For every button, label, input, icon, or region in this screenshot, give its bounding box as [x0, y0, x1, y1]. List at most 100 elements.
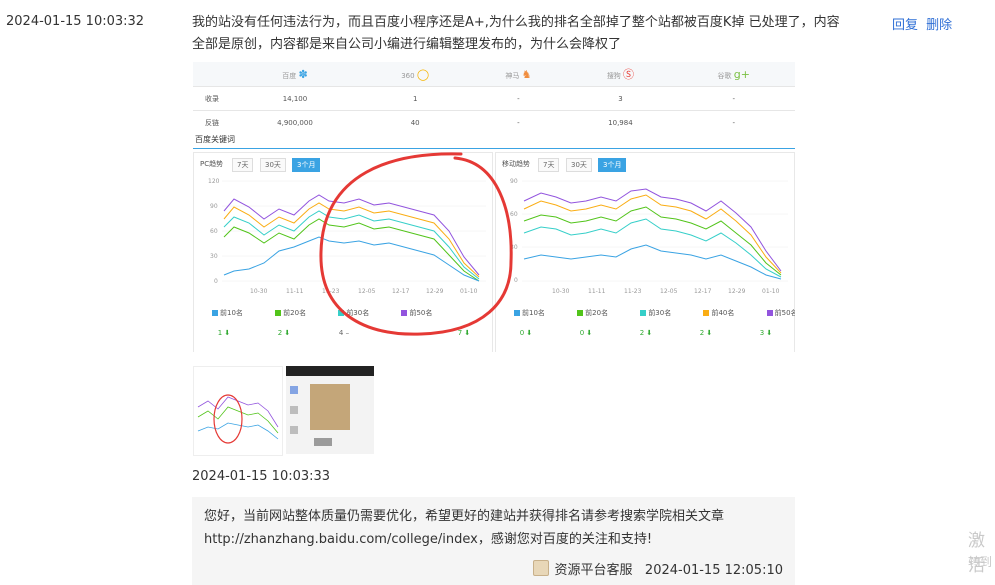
official-reply-box: 您好，当前网站整体质量仍需要优化，希望更好的建站并获得排名请参考搜索学院相关文章… [192, 497, 795, 585]
range-30d-button[interactable]: 30天 [260, 158, 286, 172]
chart-legend: 前10名 前20名 前30名 前50名 [212, 308, 462, 318]
legend-item[interactable]: 前10名 [514, 309, 545, 317]
rank-count: 0 ⬇ [519, 329, 533, 337]
table-row: 反链 4,900,000 40 - 10,984 - [193, 110, 795, 134]
x-tick: 10-30 [552, 288, 570, 295]
engine-google: 谷歌 g+ [672, 62, 795, 87]
table-cell: 14,100 [228, 86, 362, 111]
table-cell: 4,900,000 [228, 110, 362, 134]
engine-header-row: 百度 ✽ 360 ◯ 神马 ♞ 搜狗 Ⓢ 谷歌 g+ [193, 62, 795, 87]
rank-count: 2 ⬇ [277, 329, 291, 337]
y-tick: 30 [510, 244, 518, 251]
x-tick: 12-29 [426, 288, 444, 295]
rank-count: 4 – [338, 329, 350, 337]
legend-item[interactable]: 前10名 [212, 309, 243, 317]
question-timestamp: 2024-01-15 10:03:32 [6, 14, 145, 29]
avatar [532, 560, 549, 576]
y-tick: 60 [510, 211, 518, 218]
s-logo-icon: Ⓢ [623, 68, 635, 81]
rank-count: 2 ⬇ [639, 329, 653, 337]
x-tick: 11-11 [286, 288, 304, 295]
delete-link[interactable]: 删除 [926, 18, 952, 33]
legend-item[interactable]: 前50名 [401, 309, 432, 317]
range-3m-button[interactable]: 3个月 [292, 158, 321, 172]
y-tick: 60 [210, 228, 218, 235]
pc-trend-chart: 120 90 60 30 0 10-30 11-11 11-23 12-05 1… [208, 178, 486, 295]
attachment-thumbnail[interactable] [286, 366, 374, 454]
reply-author: 资源平台客服 [554, 563, 633, 578]
x-tick: 01-10 [762, 288, 780, 295]
thumbnail-blurred-image [286, 366, 374, 446]
reply-meta: 资源平台客服 2024-01-15 12:05:10 [532, 559, 783, 578]
section-title: 百度关键词 [195, 135, 235, 144]
attached-screenshot[interactable]: 百度 ✽ 360 ◯ 神马 ♞ 搜狗 Ⓢ 谷歌 g+ 收录 14,100 1 -… [193, 62, 795, 352]
table-cell: 3 [568, 86, 673, 111]
y-tick: 0 [214, 278, 218, 285]
question-actions: 回复 删除 [892, 14, 956, 33]
rank-counts: 1 ⬇ 2 ⬇ 4 – 7 ⬇ [194, 329, 494, 337]
x-tick: 12-05 [660, 288, 678, 295]
range-30d-button[interactable]: 30天 [566, 158, 592, 172]
legend-item[interactable]: 前20名 [275, 309, 306, 317]
rank-count: 7 ⬇ [457, 329, 471, 337]
engine-baidu: 百度 ✽ [228, 62, 362, 87]
table-row: 收录 14,100 1 - 3 - [193, 86, 795, 111]
legend-item[interactable]: 前20名 [577, 309, 608, 317]
table-cell: 40 [361, 110, 469, 134]
index-table: 百度 ✽ 360 ◯ 神马 ♞ 搜狗 Ⓢ 谷歌 g+ 收录 14,100 1 -… [193, 62, 795, 134]
reply-link[interactable]: 回复 [892, 18, 918, 33]
thumbnail-chart-image [194, 367, 282, 455]
pc-trend-panel: PC趋势 7天 30天 3个月 120 90 60 30 0 10-30 11-… [193, 152, 493, 352]
table-cell: - [672, 86, 795, 111]
mobile-trend-chart: 90 60 30 0 10-30 11-11 11-23 12-05 12-17… [510, 178, 788, 295]
reply-text: 您好，当前网站整体质量仍需要优化，希望更好的建站并获得排名请参考搜索学院相关文章… [204, 509, 725, 547]
activation-watermark-sub: 转到 [968, 555, 993, 569]
table-cell: - [468, 110, 569, 134]
x-tick: 11-23 [322, 288, 340, 295]
paw-icon: ✽ [298, 67, 308, 81]
rank-count: 2 ⬇ [699, 329, 713, 337]
x-tick: 12-29 [728, 288, 746, 295]
x-tick: 11-23 [624, 288, 642, 295]
answer-timestamp: 2024-01-15 10:03:33 [192, 469, 331, 484]
range-7d-button[interactable]: 7天 [232, 158, 254, 172]
rank-count: 1 ⬇ [217, 329, 231, 337]
legend-item[interactable]: 前40名 [703, 309, 734, 317]
table-cell: 10,984 [568, 110, 673, 134]
rank-count: 3 ⬇ [759, 329, 773, 337]
x-tick: 11-11 [588, 288, 606, 295]
y-tick: 30 [210, 253, 218, 260]
x-tick: 12-17 [392, 288, 410, 295]
panel-title: PC趋势 [200, 160, 224, 168]
legend-item[interactable]: 前30名 [640, 309, 671, 317]
panel-title: 移动趋势 [502, 160, 530, 168]
engine-shenma: 神马 ♞ [468, 62, 569, 87]
attachment-thumbnail[interactable] [193, 366, 283, 456]
range-3m-button[interactable]: 3个月 [598, 158, 627, 172]
legend-item[interactable]: 前30名 [338, 309, 369, 317]
mobile-trend-panel: 移动趋势 7天 30天 3个月 90 60 30 0 10-30 11-11 1… [495, 152, 795, 352]
legend-item[interactable]: 前50名 [766, 309, 795, 317]
table-cell: 1 [361, 86, 469, 111]
engine-sogou: 搜狗 Ⓢ [568, 62, 673, 87]
table-cell: - [468, 86, 569, 111]
y-tick: 120 [208, 178, 220, 185]
question-text: 我的站没有任何违法行为，而且百度小程序还是A+,为什么我的排名全部掉了整个站都被… [192, 15, 840, 52]
y-tick: 0 [514, 277, 518, 284]
rank-count: 0 ⬇ [579, 329, 593, 337]
g-plus-icon: g+ [733, 67, 750, 81]
engine-360: 360 ◯ [361, 62, 469, 87]
section-divider [193, 148, 795, 149]
x-tick: 10-30 [250, 288, 268, 295]
range-7d-button[interactable]: 7天 [538, 158, 560, 172]
circle-q-icon: ◯ [416, 67, 430, 81]
y-tick: 90 [210, 203, 218, 210]
row-label: 反链 [193, 110, 228, 134]
reply-time: 2024-01-15 12:05:10 [644, 563, 783, 578]
row-label: 收录 [193, 86, 228, 111]
x-tick: 01-10 [460, 288, 478, 295]
x-tick: 12-05 [358, 288, 376, 295]
x-tick: 12-17 [694, 288, 712, 295]
rank-counts: 0 ⬇ 0 ⬇ 2 ⬇ 2 ⬇ 3 ⬇ [496, 329, 795, 337]
table-cell: - [672, 110, 795, 134]
